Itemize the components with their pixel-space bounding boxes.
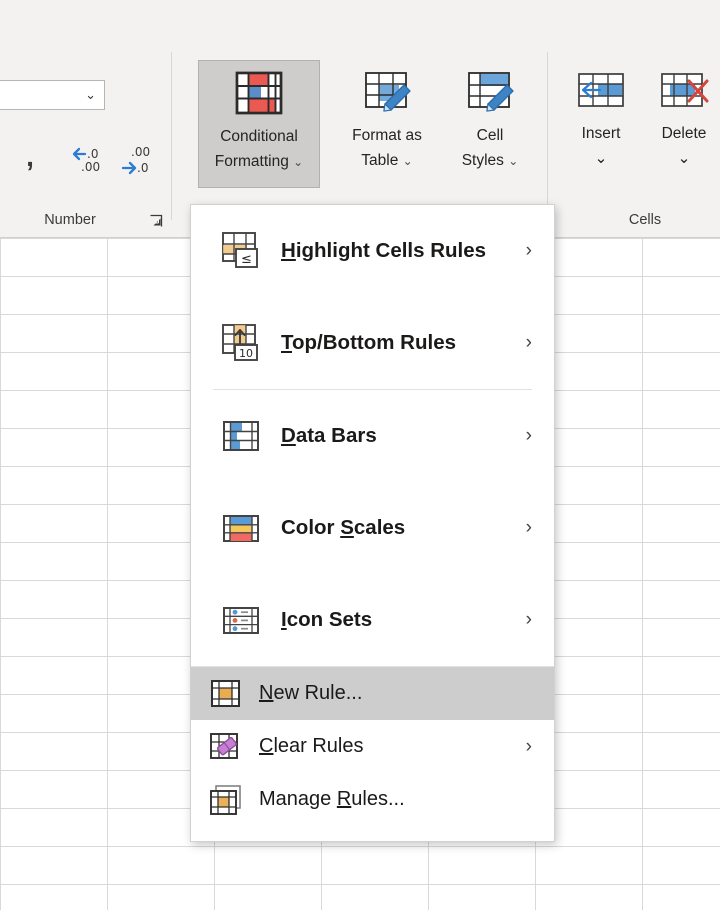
menu-item-label: Icon Sets bbox=[281, 608, 372, 632]
menu-item-label: Top/Bottom Rules bbox=[281, 331, 456, 355]
chevron-right-icon: › bbox=[526, 425, 532, 447]
menu-item-label: New Rule... bbox=[259, 682, 362, 705]
format-as-table-label-line2: Table ⌄ bbox=[361, 146, 412, 176]
menu-item-label: Clear Rules bbox=[259, 735, 364, 758]
menu-item-color-scales[interactable]: Color Scales › bbox=[191, 482, 554, 574]
svg-text:.0: .0 bbox=[137, 161, 148, 175]
chevron-down-icon: ⌄ bbox=[678, 144, 691, 173]
increase-decimal-icon[interactable]: .0 .00 bbox=[68, 141, 112, 175]
menu-item-highlight-cells-rules[interactable]: ≤ Highlight Cells Rules › bbox=[191, 205, 554, 297]
top-bottom-rules-icon: 10 bbox=[219, 321, 263, 365]
number-group-label: Number bbox=[0, 212, 140, 228]
manage-rules-icon bbox=[205, 783, 247, 817]
chevron-right-icon: › bbox=[526, 332, 532, 354]
dialog-launcher-icon[interactable] bbox=[149, 214, 163, 228]
svg-text:10: 10 bbox=[239, 347, 253, 360]
delete-cells-icon bbox=[656, 68, 712, 119]
chevron-down-icon: ⌄ bbox=[403, 154, 413, 168]
insert-cells-button[interactable]: Insert ⌄ bbox=[562, 60, 640, 188]
group-separator-number-styles bbox=[171, 52, 172, 220]
svg-text:≤: ≤ bbox=[241, 252, 252, 267]
clear-rules-icon bbox=[205, 730, 247, 764]
decrease-decimal-icon[interactable]: .00 .0 bbox=[118, 141, 162, 175]
menu-item-clear-rules[interactable]: Clear Rules › bbox=[191, 720, 554, 773]
cell-styles-button[interactable]: Cell Styles ⌄ bbox=[444, 60, 536, 188]
color-scales-icon bbox=[219, 506, 263, 550]
svg-text:.00: .00 bbox=[131, 145, 150, 159]
new-rule-icon bbox=[205, 677, 247, 711]
conditional-formatting-menu: ≤ Highlight Cells Rules › 10 Top/Bot bbox=[190, 204, 555, 842]
delete-cells-button[interactable]: Delete ⌄ bbox=[644, 60, 720, 188]
insert-cells-icon bbox=[573, 68, 629, 119]
conditional-formatting-icon bbox=[231, 69, 287, 122]
number-format-combo[interactable]: ⌄ bbox=[0, 80, 105, 110]
format-as-table-button[interactable]: Format as Table ⌄ bbox=[332, 60, 442, 188]
menu-item-icon-sets[interactable]: Icon Sets › bbox=[191, 574, 554, 666]
chevron-down-icon: ⌄ bbox=[595, 144, 608, 173]
conditional-formatting-button[interactable]: Conditional Formatting ⌄ bbox=[198, 60, 320, 188]
cell-styles-icon bbox=[462, 68, 518, 121]
grid-column-line bbox=[0, 238, 1, 910]
chevron-right-icon: › bbox=[526, 736, 532, 758]
highlight-cells-rules-icon: ≤ bbox=[219, 229, 263, 273]
conditional-formatting-label-line2: Formatting ⌄ bbox=[215, 147, 303, 177]
menu-item-label: Data Bars bbox=[281, 424, 377, 448]
icon-sets-icon bbox=[219, 598, 263, 642]
menu-item-top-bottom-rules[interactable]: 10 Top/Bottom Rules › bbox=[191, 297, 554, 389]
grid-row-line bbox=[0, 846, 720, 847]
group-separator-styles-cells bbox=[547, 52, 548, 220]
cell-styles-label-line2: Styles ⌄ bbox=[462, 146, 519, 176]
grid-column-line bbox=[642, 238, 643, 910]
menu-item-new-rule[interactable]: New Rule... bbox=[191, 667, 554, 720]
menu-item-data-bars[interactable]: Data Bars › bbox=[191, 390, 554, 482]
chevron-down-icon: ⌄ bbox=[293, 155, 303, 169]
menu-item-label: Highlight Cells Rules bbox=[281, 239, 486, 263]
chevron-down-icon: ⌄ bbox=[85, 88, 96, 102]
svg-text:.0: .0 bbox=[87, 147, 98, 161]
ribbon: ⌄ , .0 .00 .00 .0 Number bbox=[0, 0, 720, 238]
menu-item-label: Color Scales bbox=[281, 516, 405, 540]
chevron-right-icon: › bbox=[526, 517, 532, 539]
menu-item-manage-rules[interactable]: Manage Rules... bbox=[191, 773, 554, 826]
svg-text:.00: .00 bbox=[81, 160, 100, 174]
chevron-right-icon: › bbox=[526, 609, 532, 631]
chevron-down-icon: ⌄ bbox=[508, 154, 518, 168]
comma-style-label: , bbox=[26, 141, 34, 173]
grid-column-line bbox=[107, 238, 108, 910]
grid-row-line bbox=[0, 884, 720, 885]
chevron-right-icon: › bbox=[526, 240, 532, 262]
format-as-table-icon bbox=[359, 68, 415, 121]
comma-style-button[interactable]: , bbox=[14, 140, 46, 174]
menu-item-label: Manage Rules... bbox=[259, 788, 405, 811]
cells-group-label: Cells bbox=[600, 212, 690, 228]
data-bars-icon bbox=[219, 414, 263, 458]
